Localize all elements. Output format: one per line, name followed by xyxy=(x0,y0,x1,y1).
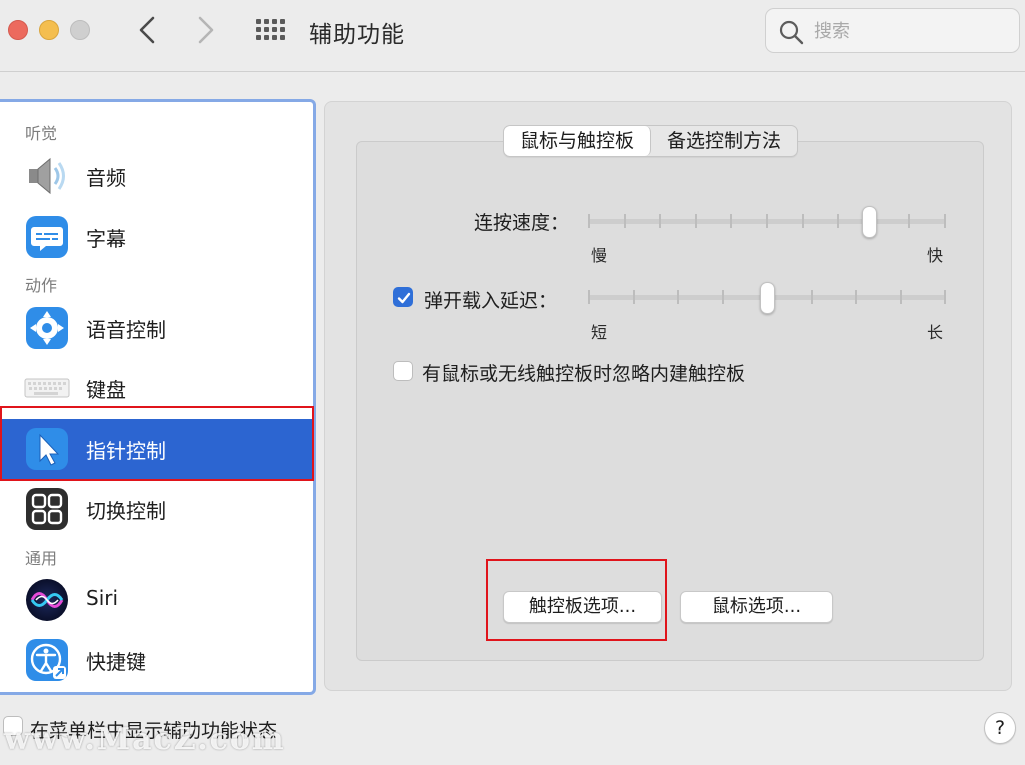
forward-button[interactable] xyxy=(193,14,219,46)
double-click-speed-label: 连按速度： xyxy=(474,212,570,234)
slider-tick xyxy=(730,214,732,228)
slider-tick xyxy=(855,290,857,304)
tab-mouse-trackpad[interactable]: 鼠标与触控板 xyxy=(504,126,652,156)
slider-tick xyxy=(633,290,635,304)
sidebar-item-label: 音频 xyxy=(86,166,126,190)
grid-dot xyxy=(264,19,269,24)
section-header-hearing: 听觉 xyxy=(25,124,58,143)
spring-loading-slider[interactable] xyxy=(588,277,946,317)
grid-dot xyxy=(264,27,269,32)
sidebar-item-label: Siri xyxy=(86,586,119,610)
grid-dot xyxy=(256,27,261,32)
grid-dot xyxy=(272,27,277,32)
slider-tick xyxy=(677,290,679,304)
spring-loading-max-label: 长 xyxy=(927,323,944,342)
close-window-button[interactable] xyxy=(8,20,28,40)
slider-tick xyxy=(944,290,946,304)
sidebar-item-audio[interactable]: 音频 xyxy=(0,146,313,206)
slider-tick xyxy=(588,214,590,228)
slider-tick xyxy=(766,214,768,228)
sidebar-item-pointer-control[interactable]: 指针控制 xyxy=(0,419,313,479)
sidebar-item-label: 语音控制 xyxy=(86,318,166,342)
window-title: 辅助功能 xyxy=(309,22,405,48)
grid-dot xyxy=(272,35,277,40)
show-all-grid-icon[interactable] xyxy=(256,19,286,43)
sidebar-item-label: 键盘 xyxy=(86,378,126,402)
sidebar-item-label: 指针控制 xyxy=(86,439,166,463)
checkmark-icon xyxy=(397,292,411,304)
grid-dot xyxy=(280,35,285,40)
keyboard-icon xyxy=(24,378,70,398)
zoom-window-button[interactable] xyxy=(70,20,90,40)
captions-icon xyxy=(26,216,68,258)
sidebar-item-siri[interactable]: Siri xyxy=(0,570,313,630)
spring-loading-label: 弹开载入延迟： xyxy=(424,290,558,312)
sidebar[interactable]: 听觉 音频 字幕 动作 语音控制 键盘 指针控制 切换控制 通用 Siri 快捷… xyxy=(0,99,316,695)
slider-tick xyxy=(802,214,804,228)
ignore-builtin-trackpad-label: 有鼠标或无线触控板时忽略内建触控板 xyxy=(422,363,746,385)
slider-tick xyxy=(900,290,902,304)
back-button[interactable] xyxy=(134,14,160,46)
slider-tick xyxy=(588,290,590,304)
sidebar-item-switch-control[interactable]: 切换控制 xyxy=(0,479,313,539)
slider-tick xyxy=(908,214,910,228)
speaker-icon xyxy=(29,157,65,195)
voice-control-icon xyxy=(26,307,68,349)
sidebar-item-voice-control[interactable]: 语音控制 xyxy=(0,298,313,358)
section-header-motor: 动作 xyxy=(25,276,58,295)
search-icon xyxy=(779,20,804,45)
double-click-speed-max-label: 快 xyxy=(927,246,944,265)
help-button[interactable]: ? xyxy=(984,712,1016,744)
search-box[interactable] xyxy=(765,8,1020,53)
chevron-left-icon xyxy=(139,16,155,44)
slider-tick xyxy=(811,290,813,304)
spring-loading-min-label: 短 xyxy=(591,323,608,342)
grid-dot xyxy=(264,35,269,40)
slider-thumb[interactable] xyxy=(862,206,877,238)
slider-tick xyxy=(659,214,661,228)
toolbar: 辅助功能 xyxy=(0,0,1025,72)
double-click-speed-slider[interactable] xyxy=(588,201,946,241)
sidebar-item-captions[interactable]: 字幕 xyxy=(0,207,313,267)
sidebar-item-keyboard[interactable]: 键盘 xyxy=(0,358,313,418)
slider-tick xyxy=(624,214,626,228)
double-click-speed-min-label: 慢 xyxy=(591,246,608,265)
show-in-menubar-checkbox[interactable] xyxy=(3,716,23,736)
pointer-icon xyxy=(26,428,68,470)
slider-tick xyxy=(722,290,724,304)
slider-tick xyxy=(695,214,697,228)
accessibility-shortcut-icon xyxy=(26,639,68,681)
slider-thumb[interactable] xyxy=(760,282,775,314)
slider-tick xyxy=(837,214,839,228)
spring-loading-checkbox[interactable] xyxy=(393,287,413,307)
chevron-right-icon xyxy=(198,16,214,44)
sidebar-item-label: 切换控制 xyxy=(86,499,166,523)
mouse-options-button[interactable]: 鼠标选项... xyxy=(680,591,833,623)
ignore-builtin-trackpad-checkbox[interactable] xyxy=(393,361,413,381)
sidebar-item-shortcut[interactable]: 快捷键 xyxy=(0,630,313,690)
show-in-menubar-label: 在菜单栏中显示辅助功能状态 xyxy=(30,720,278,742)
sidebar-item-label: 字幕 xyxy=(86,227,126,251)
switch-control-icon xyxy=(26,488,68,530)
grid-dot xyxy=(280,19,285,24)
grid-dot xyxy=(256,35,261,40)
section-header-general: 通用 xyxy=(25,549,58,568)
grid-dot xyxy=(272,19,277,24)
search-input[interactable] xyxy=(814,17,1009,45)
tab-alternate-control[interactable]: 备选控制方法 xyxy=(651,126,797,156)
sidebar-item-label: 快捷键 xyxy=(86,650,146,674)
grid-dot xyxy=(256,19,261,24)
slider-tick xyxy=(944,214,946,228)
tab-bar: 鼠标与触控板 备选控制方法 xyxy=(503,125,799,157)
grid-dot xyxy=(280,27,285,32)
trackpad-options-button[interactable]: 触控板选项... xyxy=(503,591,662,623)
siri-icon xyxy=(26,579,68,621)
minimize-window-button[interactable] xyxy=(39,20,59,40)
